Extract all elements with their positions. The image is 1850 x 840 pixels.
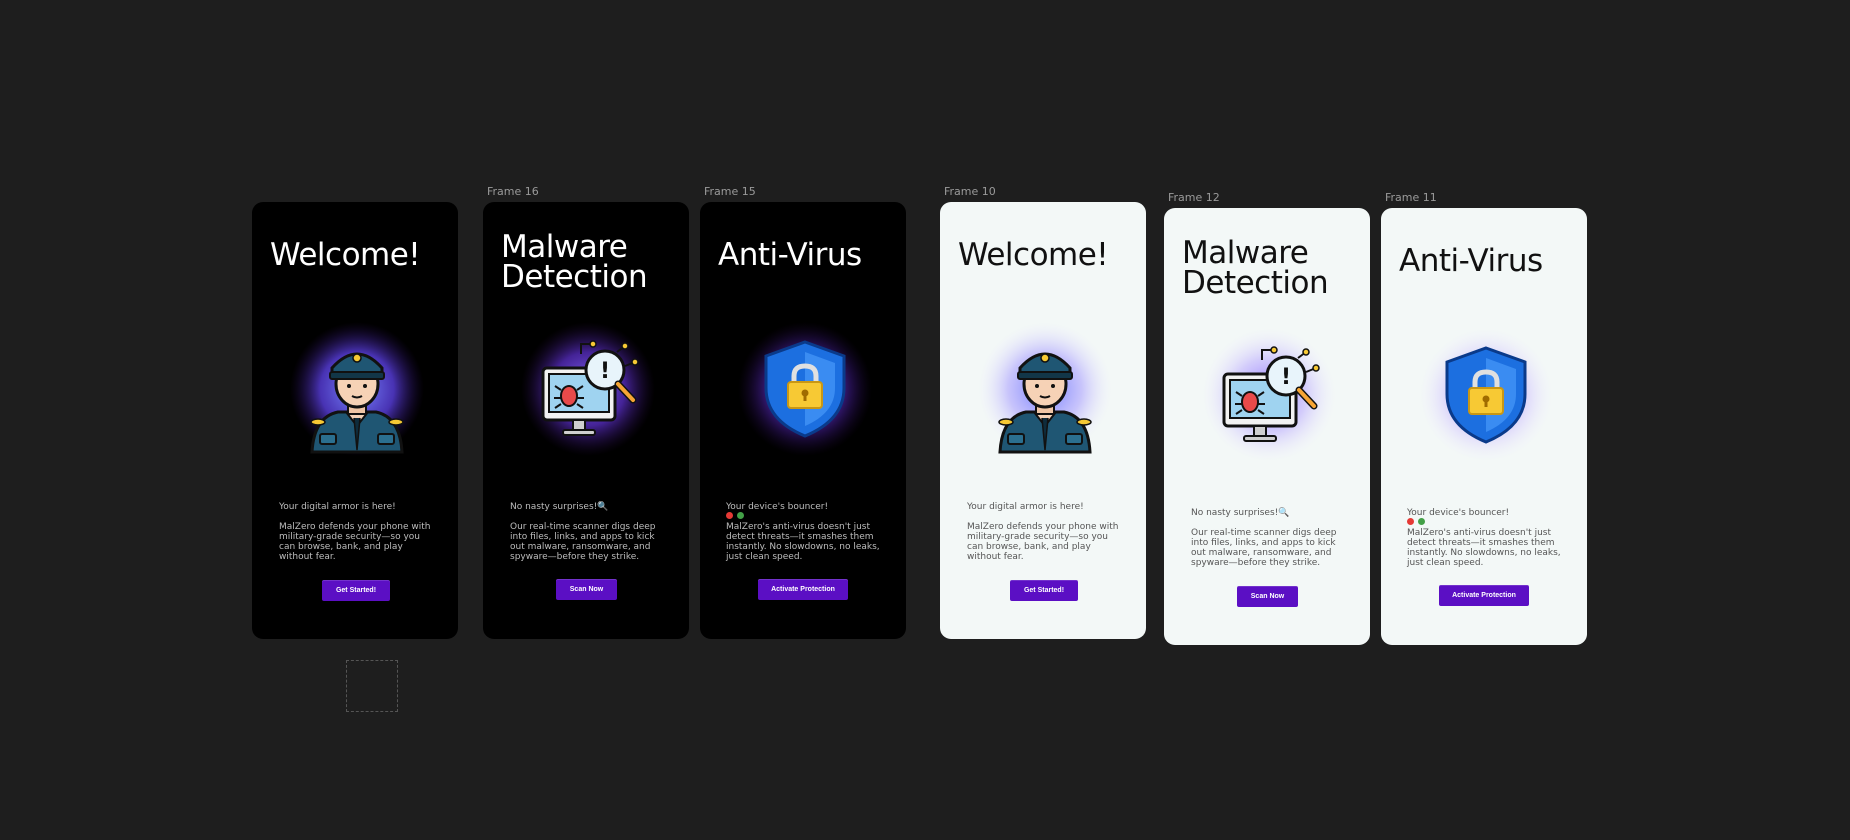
- body-text: MalZero defends your phone with military…: [967, 522, 1119, 562]
- screen-title: Welcome!: [958, 237, 1109, 273]
- tagline: Your digital armor is here!: [279, 502, 396, 512]
- body-text: Our real-time scanner digs deep into fil…: [1191, 528, 1337, 568]
- body-text: MalZero's anti-virus doesn't just detect…: [1407, 528, 1561, 568]
- svg-text:!: !: [1281, 365, 1291, 390]
- body-text: Our real-time scanner digs deep into fil…: [510, 522, 656, 562]
- frame-malware-light[interactable]: Malware Detection ! No nasty surprises!🔍…: [1164, 208, 1370, 645]
- frame-label[interactable]: Frame 10: [944, 185, 996, 198]
- green-circle-icon: [736, 512, 744, 519]
- frame-label[interactable]: Frame 11: [1385, 191, 1437, 204]
- get-started-button[interactable]: Get Started!: [1010, 580, 1078, 601]
- screen-title: Anti-Virus: [1399, 243, 1543, 279]
- tagline: Your digital armor is here!: [967, 502, 1084, 512]
- tagline: Your device's bouncer!: [1407, 508, 1510, 518]
- frame-label[interactable]: Frame 15: [704, 185, 756, 198]
- get-started-button[interactable]: Get Started!: [322, 580, 390, 601]
- body-text: MalZero's anti-virus doesn't just detect…: [726, 522, 880, 562]
- activate-protection-button[interactable]: Activate Protection: [758, 579, 848, 600]
- body-text: MalZero defends your phone with military…: [279, 522, 431, 562]
- shield-lock-icon: [1419, 328, 1553, 462]
- emoji-row: [1407, 518, 1567, 526]
- description-block: Your device's bouncer! MalZero's anti-vi…: [1407, 508, 1567, 568]
- design-canvas: Welcome! Your digital armor is here! Mal…: [0, 0, 1850, 840]
- description-block: Your device's bouncer! MalZero's anti-vi…: [726, 502, 886, 562]
- description-block: Your digital armor is here! MalZero defe…: [967, 502, 1127, 562]
- description-block: Your digital armor is here! MalZero defe…: [279, 502, 439, 562]
- malware-scan-icon: !: [1202, 328, 1336, 462]
- no-entry-icon: [726, 512, 733, 519]
- frame-welcome-light[interactable]: Welcome! Your digital armor is here! Mal…: [940, 202, 1146, 639]
- tagline: No nasty surprises!🔍: [1191, 508, 1290, 518]
- frame-antivirus-dark[interactable]: Anti-Virus Your device's bouncer! MalZer…: [700, 202, 906, 639]
- screen-title: Malware Detection: [501, 229, 648, 295]
- scan-now-button[interactable]: Scan Now: [556, 579, 617, 600]
- tagline: No nasty surprises!🔍: [510, 502, 609, 512]
- empty-frame-placeholder[interactable]: [346, 660, 398, 712]
- frame-label[interactable]: Frame 16: [487, 185, 539, 198]
- malware-scan-icon: !: [521, 322, 655, 456]
- frame-label[interactable]: Frame 12: [1168, 191, 1220, 204]
- green-circle-icon: [1417, 518, 1425, 525]
- frame-welcome-dark[interactable]: Welcome! Your digital armor is here! Mal…: [252, 202, 458, 639]
- emoji-row: [726, 512, 886, 520]
- screen-title: Welcome!: [270, 237, 421, 273]
- shield-lock-icon: [738, 322, 872, 456]
- tagline: Your device's bouncer!: [726, 502, 829, 512]
- frame-malware-dark[interactable]: Malware Detection ! No nasty surprises!🔍…: [483, 202, 689, 639]
- security-guard-icon: [978, 322, 1112, 456]
- screen-title: Anti-Virus: [718, 237, 862, 273]
- description-block: No nasty surprises!🔍 Our real-time scann…: [510, 502, 670, 562]
- scan-now-button[interactable]: Scan Now: [1237, 586, 1298, 607]
- security-guard-icon: [290, 322, 424, 456]
- frame-antivirus-light[interactable]: Anti-Virus Your device's bouncer! MalZer…: [1381, 208, 1587, 645]
- screen-title: Malware Detection: [1182, 235, 1329, 301]
- svg-text:!: !: [600, 359, 610, 384]
- activate-protection-button[interactable]: Activate Protection: [1439, 585, 1529, 606]
- description-block: No nasty surprises!🔍 Our real-time scann…: [1191, 508, 1351, 568]
- no-entry-icon: [1407, 518, 1414, 525]
